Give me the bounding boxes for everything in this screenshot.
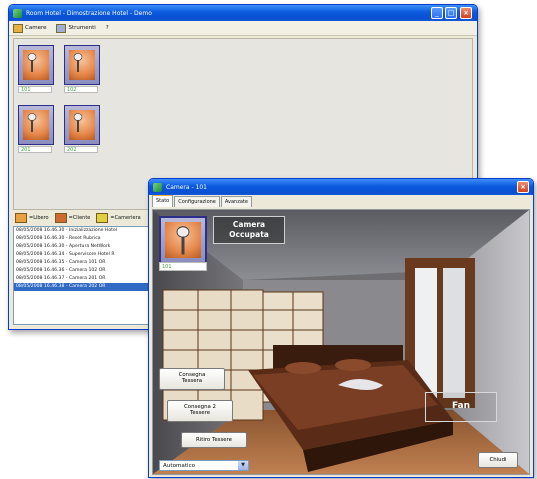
toolbar-help-label: ? — [105, 25, 109, 31]
close-button[interactable]: × — [517, 181, 529, 193]
status-line: Camera — [232, 220, 266, 229]
legend-swatch-cameriera — [96, 213, 109, 223]
main-toolbar: Camere Strumenti ? — [9, 21, 477, 36]
consegna-2-tessere-button[interactable]: Consegna 2 Tessere — [167, 400, 233, 422]
minimize-button[interactable]: _ — [431, 7, 443, 19]
log-row-selected[interactable]: 08/05/2008 16.46.38 - Camera 202 OR — [14, 283, 154, 291]
room-label: 101 — [18, 86, 52, 93]
event-log-list[interactable]: 08/05/2008 16.46.30 - Inizializzazione H… — [13, 226, 155, 325]
room-tile-image — [18, 105, 54, 145]
toolbar-strumenti-label: Strumenti — [68, 25, 96, 31]
log-row[interactable]: 08/05/2008 16.46.30 - Inizializzazione H… — [14, 227, 154, 235]
main-titlebar[interactable]: Room Hotel - Dimostrazione Hotel - Demo … — [9, 5, 477, 21]
toolbar-camere[interactable]: Camere — [13, 23, 47, 33]
legend-label: =Libero — [29, 215, 49, 221]
room-status-badge: Camera Occupata — [213, 216, 285, 244]
tab-avanzate[interactable]: Avanzate — [220, 196, 252, 207]
chiudi-button[interactable]: Chiudi — [478, 452, 518, 468]
log-row[interactable]: 08/05/2008 16.46.37 - Camera 201 OR — [14, 275, 154, 283]
legend-swatch-libero — [15, 213, 27, 223]
room-tile-image — [18, 45, 54, 85]
log-row[interactable]: 08/05/2008 16.46.34 - Supervisore Hotel … — [14, 251, 154, 259]
chevron-down-icon[interactable]: ▼ — [238, 461, 248, 470]
room-label: 201 — [18, 146, 52, 153]
key-card-icon — [73, 53, 83, 72]
room-scene: 101 Camera Occupata Consegna Tessera Con… — [152, 209, 530, 475]
camera-tabs: Stato Configurazione Avanzate — [149, 194, 533, 207]
camera-dialog: Camera - 101 × Stato Configurazione Avan… — [148, 178, 534, 478]
app-icon — [153, 182, 162, 192]
close-button[interactable]: × — [460, 7, 472, 19]
room-tile-201[interactable]: 201 — [18, 105, 54, 153]
room-label: 202 — [64, 146, 98, 153]
room-tile-102[interactable]: 102 — [64, 45, 100, 93]
tab-stato[interactable]: Stato — [152, 194, 174, 207]
room-tile-202[interactable]: 202 — [64, 105, 100, 153]
log-row[interactable]: 08/05/2008 16.46.30 - Apertura NetWork — [14, 243, 154, 251]
app-icon — [13, 8, 22, 18]
room-tile-image — [64, 105, 100, 145]
button-label: Tessera — [181, 378, 203, 384]
key-card-icon — [73, 113, 83, 132]
log-row[interactable]: 08/05/2008 16.46.35 - Camera 101 OR — [14, 259, 154, 267]
room-status-tile[interactable] — [159, 216, 207, 264]
maximize-button[interactable]: □ — [445, 7, 457, 19]
button-label: Tessere — [189, 410, 211, 416]
legend-label: =Cameriera — [110, 215, 141, 221]
consegna-tessera-button[interactable]: Consegna Tessera — [159, 368, 225, 390]
toolbar-camere-label: Camere — [25, 25, 47, 31]
ritiro-tessere-button[interactable]: Ritiro Tessere — [181, 432, 247, 448]
main-window-title: Room Hotel - Dimostrazione Hotel - Demo — [26, 9, 152, 17]
key-card-icon — [27, 113, 37, 132]
camera-titlebar[interactable]: Camera - 101 × — [149, 179, 533, 195]
camere-icon — [13, 23, 23, 33]
status-legend: =Libero =Cliente =Cameriera — [15, 213, 147, 223]
log-row[interactable]: 08/05/2008 16.46.30 - Reset Rubrica — [14, 235, 154, 243]
room-tile-101[interactable]: 101 — [18, 45, 54, 93]
status-line: Occupata — [229, 230, 269, 239]
room-label: 102 — [64, 86, 98, 93]
fan-control[interactable]: Fan — [425, 392, 497, 422]
legend-swatch-cliente — [54, 213, 67, 223]
mode-select[interactable]: Automatico ▼ — [159, 460, 249, 471]
key-card-icon — [176, 226, 190, 255]
toolbar-help[interactable]: ? — [106, 25, 109, 31]
key-card-icon — [27, 53, 37, 72]
log-row[interactable]: 08/05/2008 16.46.36 - Camera 102 OR — [14, 267, 154, 275]
tab-configurazione[interactable]: Configurazione — [174, 196, 220, 207]
camera-dialog-title: Camera - 101 — [166, 183, 207, 191]
strumenti-icon — [56, 23, 67, 33]
legend-label: =Cliente — [68, 215, 91, 221]
toolbar-strumenti[interactable]: Strumenti — [56, 23, 96, 33]
mode-select-value: Automatico — [163, 463, 196, 469]
room-tile-image — [64, 45, 100, 85]
room-number-label: 101 — [159, 262, 207, 271]
